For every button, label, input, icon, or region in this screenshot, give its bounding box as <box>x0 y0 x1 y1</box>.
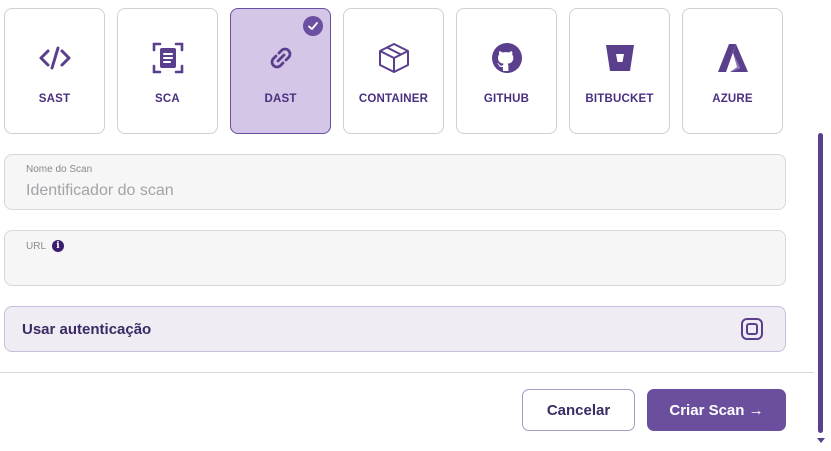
scrollbar[interactable] <box>816 0 825 451</box>
info-icon[interactable]: i <box>52 240 65 252</box>
use-authentication-toggle[interactable]: Usar autenticação <box>4 306 786 352</box>
document-scan-icon <box>151 41 185 75</box>
box-icon <box>377 41 411 75</box>
url-input[interactable] <box>26 256 766 278</box>
scan-name-input[interactable] <box>26 180 766 202</box>
use-authentication-label: Usar autenticação <box>22 320 152 338</box>
url-field[interactable]: URL i <box>4 230 786 286</box>
scrollbar-thumb[interactable] <box>818 133 823 433</box>
bitbucket-icon <box>603 41 637 75</box>
scan-type-label: AZURE <box>712 93 753 105</box>
scan-name-label: Nome do Scan <box>26 164 92 175</box>
url-label-text: URL <box>26 240 47 252</box>
scan-type-container[interactable]: CONTAINER <box>343 8 444 134</box>
cancel-button[interactable]: Cancelar <box>522 389 635 431</box>
create-scan-button[interactable]: Criar Scan → <box>647 389 786 431</box>
scan-type-azure[interactable]: AZURE <box>682 8 783 134</box>
scan-type-dast[interactable]: DAST <box>230 8 331 134</box>
scan-type-label: SCA <box>155 93 180 105</box>
scan-name-label-text: Nome do Scan <box>26 164 93 175</box>
selected-check-icon <box>303 16 323 36</box>
code-icon <box>38 41 72 75</box>
checkbox-icon[interactable] <box>741 318 763 340</box>
github-icon <box>490 41 524 75</box>
link-icon <box>264 41 298 75</box>
scan-type-label: GITHUB <box>483 93 530 105</box>
scan-type-label: BITBUCKET <box>585 93 654 105</box>
scan-type-sca[interactable]: SCA <box>117 8 218 134</box>
scan-type-bitbucket[interactable]: BITBUCKET <box>569 8 670 134</box>
scan-type-github[interactable]: GITHUB <box>456 8 557 134</box>
scan-type-label: CONTAINER <box>358 93 429 105</box>
url-label: URL i <box>26 240 65 252</box>
scan-type-label: DAST <box>264 93 297 105</box>
scan-type-selector: SAST SCA DAST CONTAINER GITHUB BITBUCKET… <box>4 8 783 134</box>
scan-type-sast[interactable]: SAST <box>4 8 105 134</box>
azure-icon <box>716 41 750 75</box>
scroll-down-arrow-icon[interactable] <box>817 438 825 443</box>
footer-divider <box>0 372 814 373</box>
scan-type-label: SAST <box>38 93 71 105</box>
scan-name-field[interactable]: Nome do Scan <box>4 154 786 210</box>
